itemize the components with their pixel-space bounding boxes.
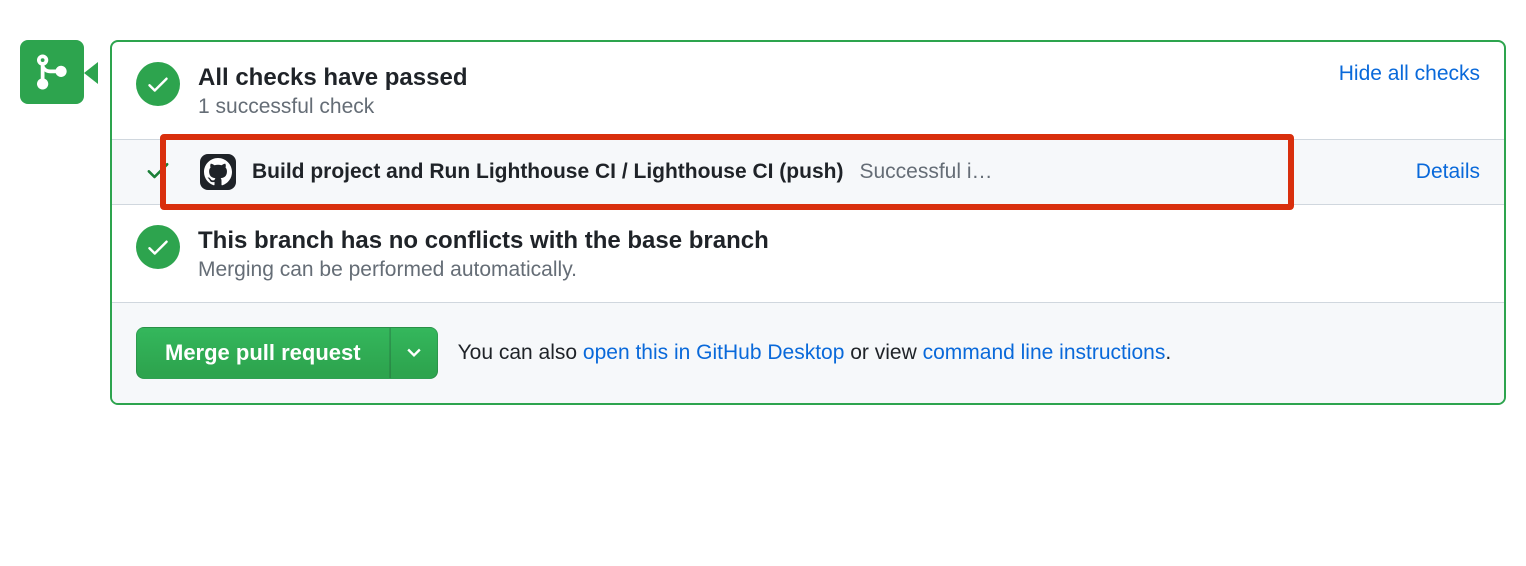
checks-summary-section: All checks have passed 1 successful chec…: [112, 42, 1504, 140]
conflicts-subtitle: Merging can be performed automatically.: [198, 258, 1480, 282]
check-details-link[interactable]: Details: [1416, 160, 1480, 184]
merge-button-group: Merge pull request: [136, 327, 438, 379]
success-check-icon: [136, 225, 180, 269]
git-merge-icon: [20, 40, 84, 104]
merge-note: You can also open this in GitHub Desktop…: [458, 341, 1172, 365]
conflicts-section: This branch has no conflicts with the ba…: [112, 205, 1504, 303]
merge-footer: Merge pull request You can also open thi…: [112, 303, 1504, 403]
check-status-icon: [144, 156, 172, 189]
open-desktop-link[interactable]: open this in GitHub Desktop: [583, 341, 844, 364]
merge-note-suffix: .: [1165, 341, 1171, 364]
checks-title: All checks have passed: [198, 62, 1327, 93]
checks-subtitle: 1 successful check: [198, 95, 1327, 119]
caret-down-icon: [407, 348, 421, 358]
toggle-checks-link[interactable]: Hide all checks: [1339, 62, 1480, 86]
check-item-row: Build project and Run Lighthouse CI / Li…: [112, 140, 1504, 205]
check-name[interactable]: Build project and Run Lighthouse CI / Li…: [252, 160, 843, 184]
github-actions-icon: [200, 154, 236, 190]
merge-note-prefix: You can also: [458, 341, 583, 364]
merge-dropdown-button[interactable]: [390, 327, 438, 379]
merge-note-middle: or view: [844, 341, 922, 364]
check-status-text: Successful i…: [859, 160, 1399, 184]
cli-instructions-link[interactable]: command line instructions: [923, 341, 1166, 364]
success-check-icon: [136, 62, 180, 106]
conflicts-title: This branch has no conflicts with the ba…: [198, 225, 1480, 256]
merge-pull-request-button[interactable]: Merge pull request: [136, 327, 390, 379]
merge-status-box: All checks have passed 1 successful chec…: [110, 40, 1506, 405]
